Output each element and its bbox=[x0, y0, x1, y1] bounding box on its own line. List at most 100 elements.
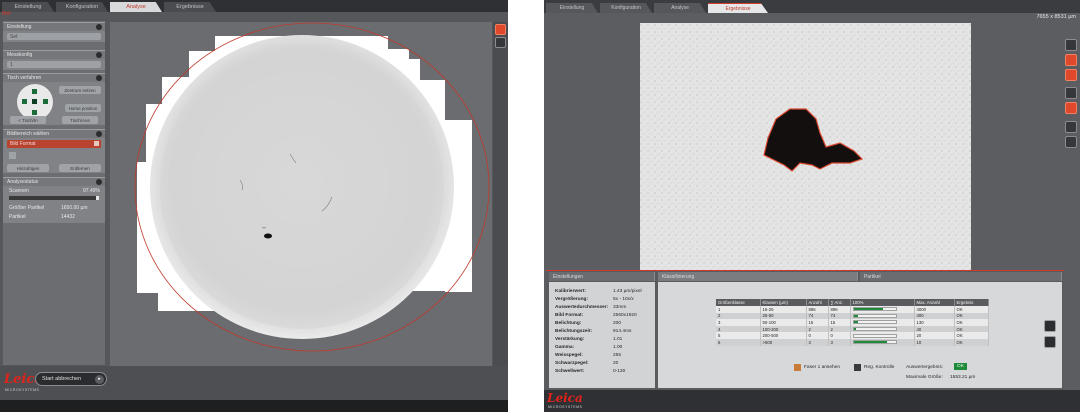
down-arrow-icon[interactable] bbox=[32, 110, 37, 115]
set-center-button[interactable]: Zentrum setzen bbox=[59, 86, 101, 94]
max-size-label: Maximale Größe: bbox=[906, 375, 943, 380]
collapse-icon[interactable] bbox=[96, 179, 102, 185]
leica-logo: Leica bbox=[547, 391, 583, 405]
collapse-icon[interactable] bbox=[96, 24, 102, 30]
size-class-cell: 5 bbox=[716, 332, 761, 339]
table-row: 6 >500 3 3 10 OK bbox=[716, 338, 989, 346]
export-icon[interactable] bbox=[1065, 102, 1077, 114]
count-cell: 3 bbox=[806, 338, 829, 346]
tab-einstellung[interactable]: Einstellung bbox=[546, 3, 598, 13]
select-icon[interactable] bbox=[1065, 39, 1077, 51]
circle-icon[interactable] bbox=[1065, 69, 1077, 81]
tab-analyse[interactable]: Analyse bbox=[654, 3, 706, 13]
info-label: Weisspegel: bbox=[555, 353, 583, 358]
column-header: Größenklasse bbox=[716, 299, 761, 306]
percentage-bar bbox=[852, 307, 897, 312]
sum-cell: 74 bbox=[828, 312, 851, 320]
panel-title: Messkonfig bbox=[7, 52, 33, 58]
count-cell: 0 bbox=[806, 332, 829, 339]
footer bbox=[0, 400, 508, 412]
stage-joystick[interactable] bbox=[17, 84, 53, 120]
info-label: Schwellwert: bbox=[555, 369, 585, 374]
setting-select[interactable]: Set bbox=[7, 33, 101, 40]
percentage-bar bbox=[852, 313, 897, 318]
result-cell: OK bbox=[954, 306, 989, 313]
bar-cell bbox=[850, 306, 915, 313]
collapse-icon[interactable] bbox=[96, 75, 102, 81]
tab-classification[interactable]: Klassifizierung bbox=[658, 272, 858, 281]
particle-count-value: 14432 bbox=[61, 214, 75, 220]
bottom-bar: Leica MICROSYSTEMS bbox=[544, 390, 1080, 412]
info-label: Verstärkung: bbox=[555, 337, 585, 342]
start-stop-button[interactable]: Start abbrechen ▸ bbox=[35, 372, 107, 386]
tab-ergebnisse[interactable]: Ergebnisse bbox=[708, 3, 768, 13]
size-class-cell: 2 bbox=[716, 312, 761, 320]
tab-ergebnisse[interactable]: Ergebnisse bbox=[164, 2, 216, 12]
collapse-icon[interactable] bbox=[96, 52, 102, 58]
fiber-checkbox[interactable] bbox=[794, 364, 801, 371]
tab-bar: Einstellung Konfiguration Analyse Ergebn… bbox=[0, 0, 508, 12]
result-status-badge: OK bbox=[954, 363, 967, 370]
stop-icon[interactable] bbox=[495, 24, 506, 35]
save-icon[interactable] bbox=[1044, 320, 1056, 332]
logo-subtitle: MICROSYSTEMS bbox=[548, 405, 583, 409]
table-row: 3 50-100 15 15 130 OK bbox=[716, 319, 989, 326]
class-range-cell: >500 bbox=[760, 338, 807, 346]
tab-particles[interactable]: Partikel bbox=[860, 272, 1062, 281]
panel-title: Einstellung bbox=[7, 24, 32, 30]
report-icon[interactable] bbox=[1044, 336, 1056, 348]
info-value: 20 bbox=[613, 361, 619, 366]
table-row: 4 100-200 2 2 40 OK bbox=[716, 325, 989, 333]
edit-icon[interactable] bbox=[1065, 136, 1077, 148]
left-arrow-icon[interactable] bbox=[22, 99, 27, 104]
image-format-select[interactable]: Bild Format bbox=[7, 140, 101, 148]
class-range-cell: 50-100 bbox=[760, 319, 807, 326]
config-select[interactable]: 1 bbox=[7, 61, 101, 68]
panel-analysis-status: Analysestatus Scannen 97.49% Größter Par… bbox=[3, 177, 105, 223]
info-label: Auswertedurchmesser: bbox=[555, 305, 609, 310]
particle-viewport[interactable] bbox=[640, 23, 971, 270]
tab-bar: Einstellung Konfiguration Analyse Ergebn… bbox=[544, 0, 1080, 13]
panel-image-area: Bildbereich wählen Bild Format Hinzufüge… bbox=[3, 129, 105, 173]
bar-cell bbox=[850, 319, 915, 326]
checkbox-icon[interactable] bbox=[94, 141, 99, 146]
crosshair-icon[interactable] bbox=[1065, 54, 1077, 66]
measure-icon[interactable] bbox=[1065, 121, 1077, 133]
stage-out-button[interactable]: Tisch/Aus bbox=[62, 116, 98, 124]
size-class-cell: 3 bbox=[716, 319, 761, 326]
home-position-button[interactable]: Home position bbox=[65, 104, 101, 112]
info-label: Belichtung: bbox=[555, 321, 582, 326]
image-viewport[interactable] bbox=[110, 22, 492, 366]
arrow-icon: ▸ bbox=[95, 375, 104, 384]
tab-konfiguration[interactable]: Konfiguration bbox=[56, 2, 108, 12]
tab-analyse[interactable]: Analyse bbox=[110, 2, 162, 12]
stage-in-button[interactable]: < Tisch/In bbox=[10, 116, 46, 124]
info-value: 1.43 µm/pixel bbox=[613, 289, 642, 294]
info-label: Schwarzpegel: bbox=[555, 361, 589, 366]
column-header: 100% bbox=[850, 299, 915, 306]
toggle-icon[interactable] bbox=[9, 152, 16, 159]
zoom-icon[interactable] bbox=[495, 37, 506, 48]
result-cell: OK bbox=[954, 325, 989, 333]
percentage-bar bbox=[852, 333, 897, 338]
particle-count-label: Partikel bbox=[9, 214, 26, 220]
reg-control-checkbox[interactable] bbox=[854, 364, 861, 371]
sum-cell: 3 bbox=[828, 338, 851, 346]
right-arrow-icon[interactable] bbox=[43, 99, 48, 104]
scan-progress-bar bbox=[9, 196, 99, 200]
tab-settings[interactable]: Einstellungen bbox=[549, 272, 655, 281]
bar-cell bbox=[850, 325, 915, 333]
tab-konfiguration[interactable]: Konfiguration bbox=[600, 3, 652, 13]
panel-einstellung: Einstellung Set bbox=[3, 22, 105, 42]
center-icon[interactable] bbox=[32, 99, 37, 104]
add-button[interactable]: Hinzufügen bbox=[7, 164, 49, 172]
remove-button[interactable]: Entfernen bbox=[59, 164, 101, 172]
collapse-icon[interactable] bbox=[96, 131, 102, 137]
document-icon[interactable] bbox=[1065, 87, 1077, 99]
info-value: 1.01 bbox=[613, 337, 623, 342]
column-header: Ergebnis bbox=[954, 299, 989, 306]
column-header: Max. Anzahl bbox=[914, 299, 955, 306]
up-arrow-icon[interactable] bbox=[32, 89, 37, 94]
result-cell: OK bbox=[954, 338, 989, 346]
table-row: 2 25-50 74 74 400 OK bbox=[716, 312, 989, 320]
